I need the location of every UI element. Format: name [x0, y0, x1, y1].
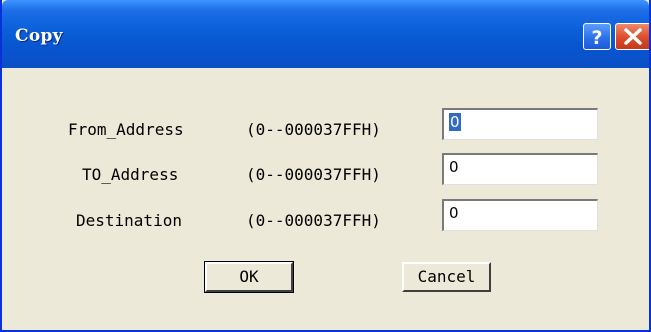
cancel-button[interactable]: Cancel — [402, 262, 491, 292]
from-address-label: From_Address — [68, 120, 184, 139]
destination-label: Destination — [76, 211, 182, 230]
ok-button[interactable]: OK — [204, 261, 294, 293]
help-button[interactable]: ? — [583, 23, 611, 50]
close-icon — [624, 28, 642, 45]
dialog-title: Copy — [15, 26, 63, 46]
destination-range: (0--000037FFH) — [246, 211, 381, 230]
to-address-label: TO_Address — [82, 165, 179, 184]
svg-text:?: ? — [591, 27, 602, 49]
destination-value: 0 — [449, 204, 459, 222]
to-address-range: (0--000037FFH) — [246, 165, 381, 184]
from-address-value: 0 — [449, 113, 461, 131]
from-address-range: (0--000037FFH) — [246, 120, 381, 139]
close-button[interactable] — [615, 23, 649, 50]
dialog-body: From_Address (0--000037FFH) 0 TO_Address… — [2, 68, 649, 330]
help-icon: ? — [591, 27, 602, 49]
to-address-value: 0 — [449, 158, 459, 176]
destination-input[interactable]: 0 — [442, 199, 598, 231]
title-bar[interactable]: Copy ? — [2, 0, 649, 68]
copy-dialog: Copy ? From_Address (0--000037FFH) 0 TO_… — [0, 0, 651, 332]
from-address-input[interactable]: 0 — [442, 108, 598, 140]
to-address-input[interactable]: 0 — [442, 153, 598, 185]
